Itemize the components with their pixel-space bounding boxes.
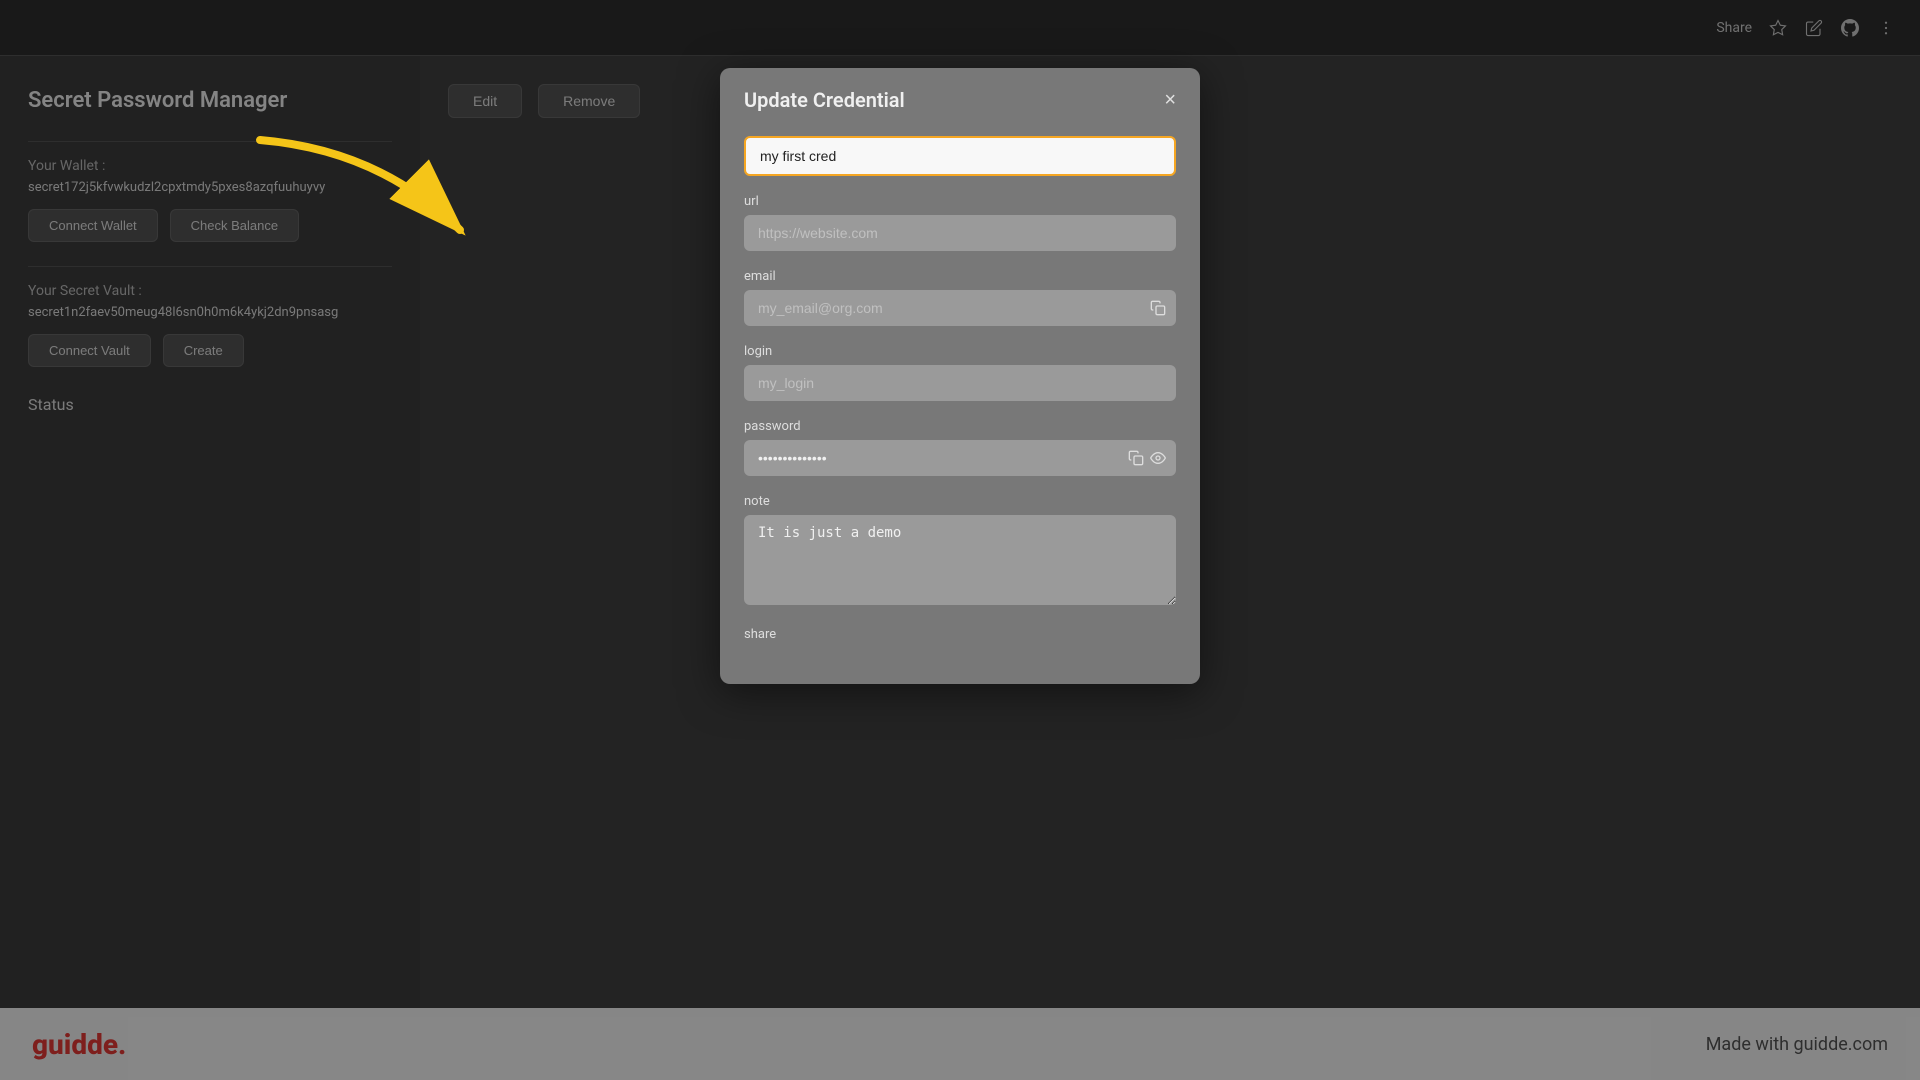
email-copy-icon[interactable] (1150, 300, 1166, 316)
email-field-group: email (744, 269, 1176, 326)
password-input[interactable] (744, 440, 1176, 476)
modal-header: Update Credential × (720, 68, 1200, 128)
login-field-group: login (744, 344, 1176, 401)
password-icons (1128, 450, 1166, 466)
name-input[interactable] (744, 136, 1176, 176)
email-input-wrapper (744, 290, 1176, 326)
password-field-group: password (744, 419, 1176, 476)
login-input[interactable] (744, 365, 1176, 401)
name-field-group (744, 136, 1176, 176)
password-show-icon[interactable] (1150, 450, 1166, 466)
password-input-wrapper (744, 440, 1176, 476)
update-credential-modal: Update Credential × url email login (720, 68, 1200, 684)
url-input[interactable] (744, 215, 1176, 251)
email-input[interactable] (744, 290, 1176, 326)
password-copy-icon[interactable] (1128, 450, 1144, 466)
password-label: password (744, 419, 1176, 434)
modal-body: url email login password (720, 128, 1200, 684)
login-label: login (744, 344, 1176, 359)
note-textarea[interactable] (744, 515, 1176, 605)
share-field-group: share (744, 627, 1176, 642)
email-label: email (744, 269, 1176, 284)
note-label: note (744, 494, 1176, 509)
note-field-group: note (744, 494, 1176, 609)
share-label: share (744, 627, 1176, 642)
url-field-group: url (744, 194, 1176, 251)
modal-title: Update Credential (744, 88, 905, 112)
modal-close-button[interactable]: × (1164, 90, 1176, 110)
url-label: url (744, 194, 1176, 209)
